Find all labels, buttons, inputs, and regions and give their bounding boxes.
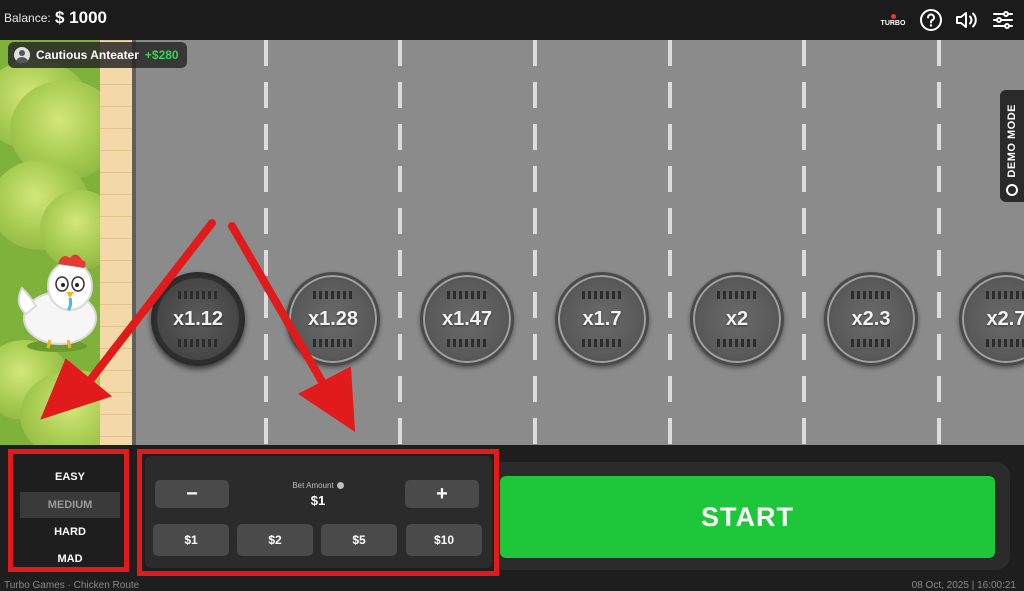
logo-text: TURBO [880, 19, 906, 27]
manhole-lane-1[interactable]: x1.12 [151, 272, 245, 366]
volume-icon[interactable] [954, 7, 980, 33]
footer-timestamp: 08 Oct, 2025 | 16:00:21 [911, 580, 1016, 591]
lane-divider [802, 40, 806, 445]
top-icons: TURBO [878, 6, 1016, 34]
manhole-lane-6[interactable]: x2.3 [824, 272, 918, 366]
manhole-lane-3[interactable]: x1.47 [420, 272, 514, 366]
multiplier-label: x2 [725, 307, 749, 330]
lane-divider [398, 40, 402, 445]
help-icon[interactable] [918, 7, 944, 33]
lane-divider [668, 40, 672, 445]
road [136, 40, 1024, 445]
demo-mode-label: DEMO MODE [1006, 104, 1018, 178]
player-name: Cautious Anteater [36, 48, 139, 62]
player-chip: Cautious Anteater +$280 [8, 42, 187, 68]
annotation-box-difficulty [8, 449, 129, 572]
multiplier-label: x2.7 [986, 307, 1024, 330]
manhole-lane-2[interactable]: x1.28 [286, 272, 380, 366]
sidewalk [100, 40, 132, 445]
manhole-lane-7[interactable]: x2.7 [959, 272, 1024, 366]
lifebuoy-icon [1006, 184, 1018, 196]
player-win: +$280 [144, 48, 179, 62]
turbo-universe-logo[interactable]: TURBO [878, 6, 908, 34]
chicken-character [17, 254, 97, 352]
lane-divider [937, 40, 941, 445]
demo-mode-tab[interactable]: DEMO MODE [1000, 90, 1024, 202]
multiplier-label: x1.7 [582, 307, 622, 330]
multiplier-label: x1.28 [307, 307, 359, 330]
footer-game-name: Turbo Games · Chicken Route [4, 580, 140, 591]
multiplier-label: x1.47 [441, 307, 493, 330]
manhole-lane-4[interactable]: x1.7 [555, 272, 649, 366]
top-bar: Balance: $ 1000 TURBO [0, 0, 1024, 40]
annotation-box-bet [137, 449, 499, 576]
logo-dot [890, 13, 896, 19]
avatar-icon [14, 47, 30, 63]
game-area: Cautious Anteater +$280 x1.12 x1.28 x1.4… [0, 40, 1024, 445]
multiplier-label: x1.12 [172, 307, 224, 330]
manhole-lane-5[interactable]: x2 [690, 272, 784, 366]
lane-divider [264, 40, 268, 445]
settings-sliders-icon[interactable] [990, 7, 1016, 33]
balance-label: Balance: [4, 11, 51, 25]
start-button[interactable]: START [500, 476, 995, 558]
lane-divider [533, 40, 537, 445]
balance-value: $ 1000 [55, 8, 107, 27]
multiplier-label: x2.3 [851, 307, 891, 330]
